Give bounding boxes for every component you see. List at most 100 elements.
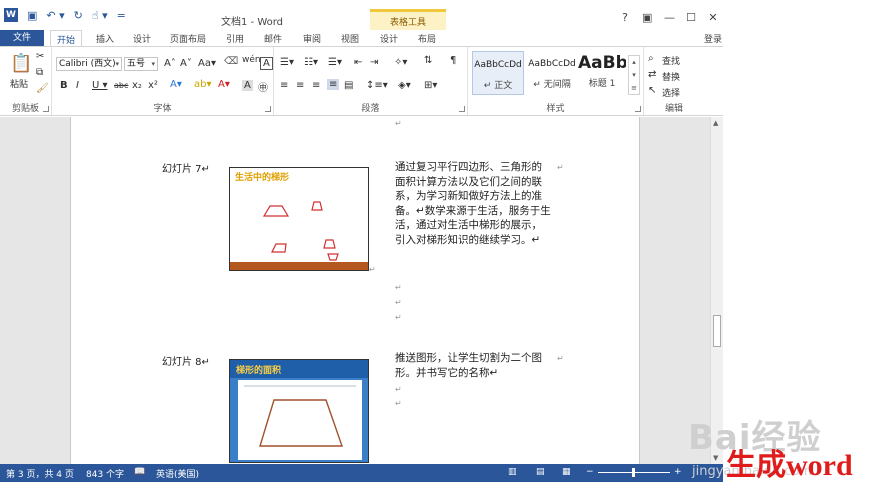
close-icon[interactable]: ✕ [708,11,718,24]
align-left-icon[interactable]: ≡ [280,80,288,91]
ribbon-display-icon[interactable]: ▣ [642,11,652,24]
bullets-icon[interactable]: ☰▾ [280,57,294,68]
zoom-out-button[interactable]: − [586,467,594,477]
style-heading-1-sample: AaBb [578,53,626,73]
font-launcher-icon[interactable] [265,106,271,112]
paragraph-launcher-icon[interactable] [459,106,465,112]
tab-insert[interactable]: 插入 [96,32,114,45]
document-page[interactable]: ↵ 幻灯片 7↵ 生活中的梯形 ↵ 通过复习平行四边形、三角形的面积计算方法以及… [70,117,640,464]
text-effects-icon[interactable]: A▾ [170,79,182,90]
tab-home[interactable]: 开始 [50,30,83,46]
select-icon[interactable]: ↖ [648,85,656,96]
align-right-icon[interactable]: ≡ [312,80,320,91]
tab-mailings[interactable]: 邮件 [264,32,282,45]
tab-table-design[interactable]: 设计 [380,32,398,45]
font-size-value: 五号 [127,59,146,69]
strikethrough-icon[interactable]: abc [114,81,128,90]
tab-table-layout[interactable]: 布局 [418,32,436,45]
character-shading-icon[interactable]: A [242,80,253,91]
styles-launcher-icon[interactable] [635,106,641,112]
font-color-icon[interactable]: A▾ [218,79,230,90]
slide-7-thumbnail[interactable]: 生活中的梯形 [229,167,369,271]
grow-font-icon[interactable]: A˄ [164,58,176,69]
justify-icon[interactable]: ≡ [327,79,340,90]
minimize-icon[interactable]: — [664,11,675,24]
web-layout-icon[interactable]: ▦ [562,467,571,477]
line-spacing-icon[interactable]: ↕≡▾ [366,80,388,91]
undo-icon[interactable]: ↶ ▾ [46,9,64,22]
shading-icon[interactable]: ◈▾ [398,80,411,91]
replace-button[interactable]: 替换 [662,70,680,83]
show-marks-icon[interactable]: ¶ [450,55,456,66]
change-case-icon[interactable]: Aa▾ [198,58,216,69]
touch-mode-icon[interactable]: ☝ ▾ [92,9,108,22]
tab-view[interactable]: 视图 [341,32,359,45]
sort-icon[interactable]: ⇅ [424,55,432,66]
style-no-spacing[interactable]: AaBbCcDd ↵ 无间隔 [526,51,578,95]
styles-group: AaBbCcDd ↵ 正文 AaBbCcDd ↵ 无间隔 AaBb 标题 1 ▴… [468,47,644,115]
borders-icon[interactable]: ⊞▾ [424,80,437,91]
maximize-icon[interactable]: ☐ [686,11,696,24]
clear-formatting-icon[interactable]: ⌫ [224,56,238,67]
tab-layout[interactable]: 页面布局 [170,32,206,45]
decrease-indent-icon[interactable]: ⇤ [354,57,362,68]
superscript-icon[interactable]: x² [148,80,158,91]
highlight-icon[interactable]: ab▾ [194,79,212,90]
paragraph-mark: ↵ [395,385,402,394]
tab-design[interactable]: 设计 [133,32,151,45]
shrink-font-icon[interactable]: A˅ [180,58,192,69]
help-icon[interactable]: ? [620,11,630,24]
underline-icon[interactable]: U ▾ [92,80,108,91]
subscript-icon[interactable]: x₂ [132,80,142,91]
find-button[interactable]: 查找 [662,54,680,67]
copy-icon[interactable]: ⧉ [36,67,43,78]
replace-icon[interactable]: ⇄ [648,69,656,80]
style-normal[interactable]: AaBbCcDd ↵ 正文 [472,51,524,95]
enclose-characters-icon[interactable]: ㊥ [258,79,268,94]
increase-indent-icon[interactable]: ⇥ [370,57,378,68]
scrollbar-thumb[interactable] [713,315,721,347]
distributed-icon[interactable]: ▤ [344,80,353,91]
styles-gallery-scroll[interactable]: ▴ ▾ ≡ [628,55,640,95]
slide-8-thumbnail[interactable]: 梯形的面积 [229,359,369,463]
phonetic-guide-icon[interactable]: wén [242,55,261,65]
login-link[interactable]: 登录 [704,32,722,45]
align-center-icon[interactable]: ≡ [296,80,304,91]
table-tools-context: 表格工具 [370,9,446,30]
numbering-icon[interactable]: ☷▾ [304,57,318,68]
clipboard-launcher-icon[interactable] [43,106,49,112]
style-heading-1[interactable]: AaBb 标题 1 [578,51,626,95]
slide-8-title: 梯形的面积 [236,366,282,376]
tab-review[interactable]: 审阅 [303,32,321,45]
scroll-up-icon[interactable]: ▲ [713,119,718,127]
font-name-select[interactable]: Calibri (西文) ▾ [56,57,122,71]
chinese-layout-icon[interactable]: ✧▾ [394,57,407,68]
font-size-select[interactable]: 五号 ▾ [124,57,158,71]
zoom-in-button[interactable]: + [674,467,682,477]
format-painter-icon[interactable]: 🖌 [36,83,49,94]
redo-icon[interactable]: ↻ [74,9,83,22]
tab-references[interactable]: 引用 [226,32,244,45]
customize-icon[interactable]: = [117,9,126,22]
italic-icon[interactable]: I [76,80,79,91]
paste-icon[interactable]: 📋 [10,53,32,74]
cut-icon[interactable]: ✂ [36,51,44,62]
read-mode-icon[interactable]: ▥ [508,467,517,477]
proofing-icon[interactable]: 📖 [134,467,145,477]
print-layout-icon[interactable]: ▤ [536,467,545,477]
style-normal-sample: AaBbCcDd [474,60,522,70]
page-count[interactable]: 第 3 页，共 4 页 [6,467,74,480]
multilevel-list-icon[interactable]: ☰▾ [328,57,342,68]
paste-button[interactable]: 粘贴 [10,77,28,90]
ribbon-tabs: 文件 开始 插入 设计 页面布局 引用 邮件 审阅 视图 设计 布局 [0,30,723,46]
save-icon[interactable]: ▣ [27,9,37,22]
select-button[interactable]: 选择 [662,86,680,99]
language-indicator[interactable]: 英语(美国) [156,467,199,480]
bold-icon[interactable]: B [60,80,68,91]
character-border-icon[interactable]: A [260,57,273,70]
context-tab-label: 表格工具 [390,18,427,28]
zoom-slider-thumb[interactable] [632,468,635,477]
find-icon[interactable]: ⌕ [648,53,654,64]
tab-file[interactable]: 文件 [0,30,44,46]
word-count[interactable]: 843 个字 [86,467,124,480]
